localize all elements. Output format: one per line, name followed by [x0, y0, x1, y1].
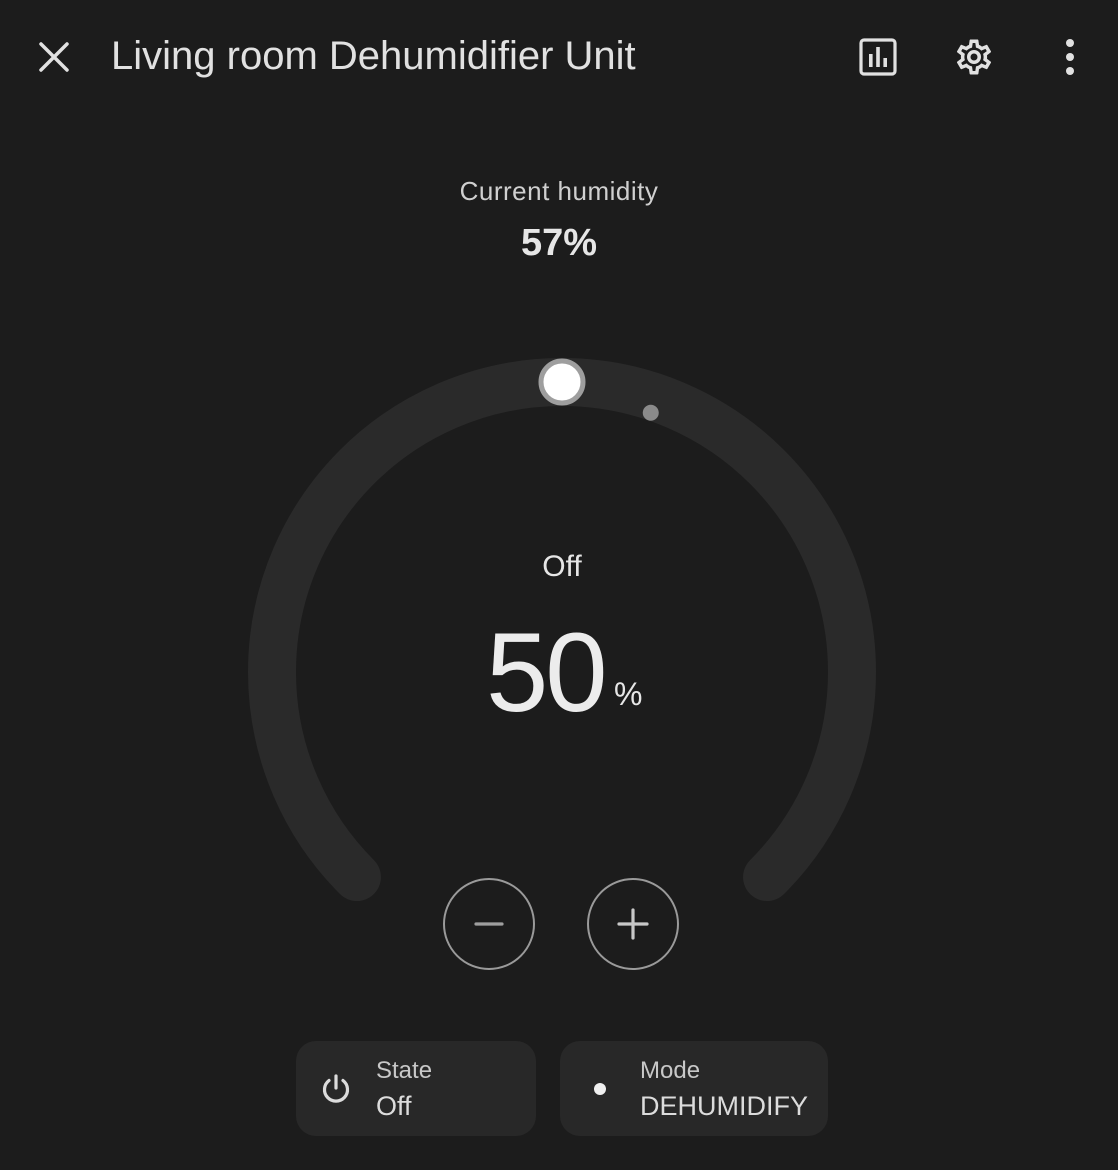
decrease-button[interactable]: [443, 878, 535, 970]
target-humidity-unit: %: [614, 676, 643, 712]
target-humidity-knob[interactable]: [538, 358, 586, 406]
mode-chip-value: DEHUMIDIFY: [640, 1091, 808, 1121]
power-icon: [318, 1071, 354, 1107]
increase-button[interactable]: [587, 878, 679, 970]
mode-chip-label: Mode: [640, 1057, 701, 1084]
target-humidity-value: 50: [486, 610, 608, 735]
humidity-dial: [248, 358, 876, 902]
current-humidity-marker: [642, 404, 659, 421]
state-chip-value: Off: [376, 1091, 412, 1121]
dial-state-text: Off: [542, 550, 582, 583]
plus-icon: [617, 908, 649, 940]
mode-chip[interactable]: Mode DEHUMIDIFY: [560, 1041, 828, 1136]
dot-icon: [582, 1071, 618, 1107]
state-chip[interactable]: State Off: [296, 1041, 536, 1136]
state-chip-label: State: [376, 1057, 433, 1084]
minus-icon: [474, 922, 504, 926]
